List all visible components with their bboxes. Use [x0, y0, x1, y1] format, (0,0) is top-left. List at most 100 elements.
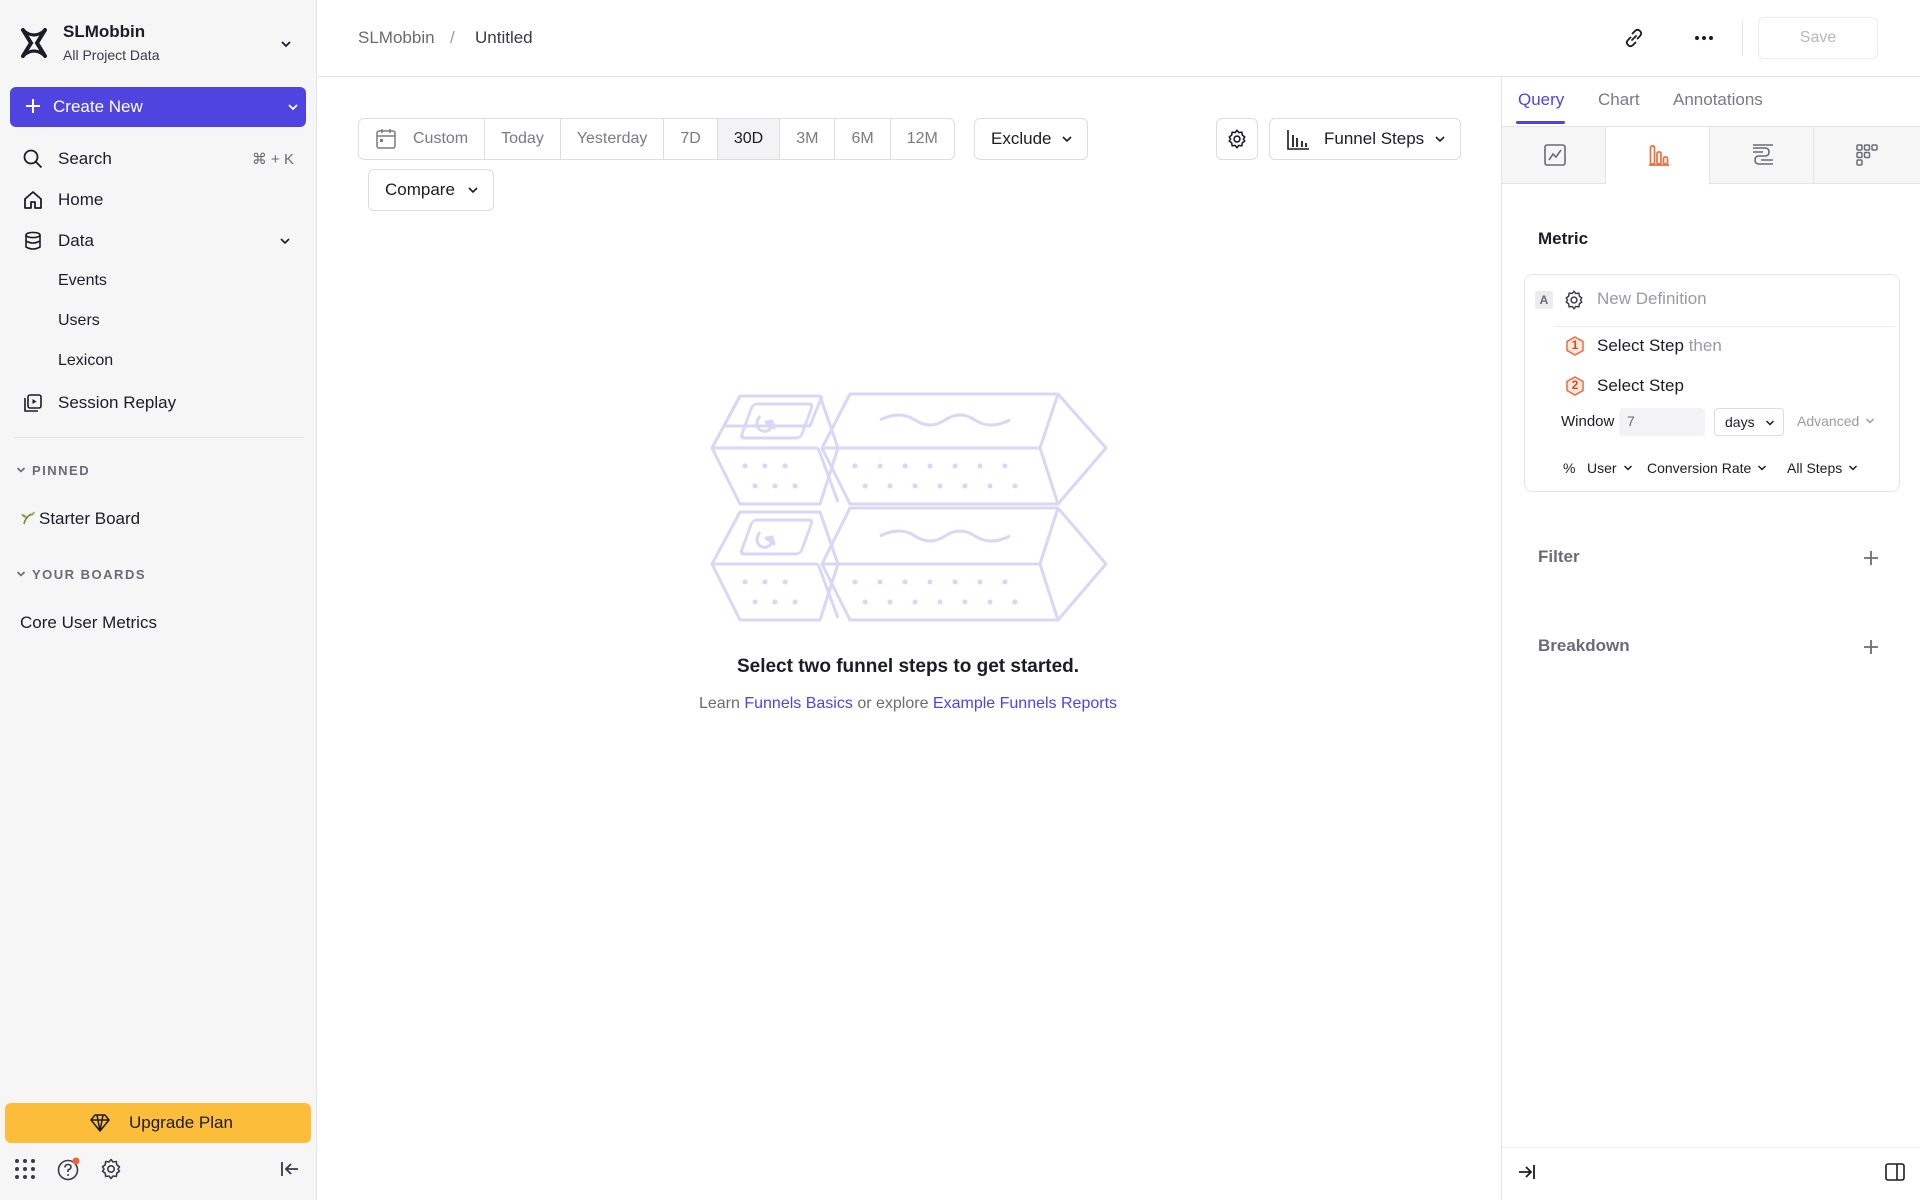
- add-filter-icon[interactable]: [1862, 549, 1880, 567]
- definition-settings-icon[interactable]: [1563, 289, 1585, 311]
- date-option-30d[interactable]: 30D: [717, 119, 781, 159]
- empty-state-subtitle: Learn Funnels Basics or explore Example …: [158, 695, 1658, 713]
- compare-dropdown[interactable]: Compare: [368, 169, 494, 211]
- chevron-down-icon: [1849, 465, 1858, 471]
- sidebar-item-lexicon[interactable]: Lexicon: [58, 352, 113, 370]
- steps-label: All Steps: [1787, 460, 1843, 476]
- learn-text: Learn: [698, 695, 740, 712]
- more-icon[interactable]: [1692, 26, 1716, 50]
- report-type-retention[interactable]: [1814, 127, 1918, 184]
- step-1-then: then: [1688, 336, 1722, 355]
- query-panel: Query Chart Annotations Metric A New Def…: [1501, 77, 1920, 1200]
- breadcrumb-project[interactable]: SLMobbin: [358, 28, 435, 48]
- window-label: Window: [1561, 413, 1615, 430]
- add-breakdown-icon[interactable]: [1862, 638, 1880, 656]
- funnels-basics-link[interactable]: Funnels Basics: [744, 695, 853, 712]
- tab-annotations[interactable]: Annotations: [1673, 90, 1763, 110]
- divider: [1502, 1147, 1920, 1148]
- chevron-down-icon: [1765, 420, 1775, 426]
- help-icon[interactable]: [56, 1157, 80, 1181]
- sidebar-item-session-replay[interactable]: Session Replay: [10, 384, 306, 420]
- report-type-switcher: [1502, 127, 1920, 185]
- report-type-flows[interactable]: [1710, 127, 1814, 184]
- funnel-illustration: [710, 392, 1108, 622]
- sidebar-item-search[interactable]: Search ⌘ + K: [10, 140, 306, 176]
- metric-letter-badge: A: [1535, 291, 1553, 309]
- play-icon: [24, 394, 42, 412]
- sidebar-item-home[interactable]: Home: [10, 181, 306, 217]
- example-funnels-link[interactable]: Example Funnels Reports: [933, 695, 1117, 712]
- chevron-down-icon: [1435, 136, 1445, 143]
- date-range-selector: Custom Today Yesterday 7D 30D 3M 6M 12M: [358, 118, 955, 160]
- apps-grid-icon[interactable]: [13, 1157, 37, 1181]
- step-1-badge: 1: [1565, 336, 1585, 356]
- chart-type-dropdown[interactable]: Funnel Steps: [1269, 118, 1461, 160]
- board-item-core-user-metrics[interactable]: Core User Metrics: [20, 613, 157, 633]
- date-option-yesterday[interactable]: Yesterday: [561, 119, 665, 159]
- user-label: User: [1587, 460, 1617, 476]
- steps-dropdown[interactable]: All Steps: [1787, 460, 1858, 476]
- step-1-selector[interactable]: Select Step then: [1597, 336, 1722, 356]
- save-button[interactable]: Save: [1758, 17, 1878, 59]
- exclude-dropdown[interactable]: Exclude: [974, 118, 1088, 160]
- step-2-selector[interactable]: Select Step: [1597, 376, 1684, 396]
- date-option-custom[interactable]: Custom: [359, 119, 486, 159]
- create-new-button[interactable]: Create New: [10, 87, 306, 127]
- measure-dropdown[interactable]: Conversion Rate: [1647, 460, 1767, 476]
- database-icon: [25, 231, 41, 250]
- empty-state: Select two funnel steps to get started. …: [158, 0, 1658, 712]
- date-option-6m[interactable]: 6M: [835, 119, 891, 159]
- your-boards-header[interactable]: YOUR BOARDS: [16, 567, 146, 582]
- date-option-today[interactable]: Today: [485, 119, 561, 159]
- upgrade-plan-label: Upgrade Plan: [129, 1113, 233, 1132]
- chevron-down-icon: [468, 187, 478, 194]
- project-subtitle: All Project Data: [63, 47, 160, 63]
- pinned-item-starter-board[interactable]: Starter Board: [20, 509, 140, 529]
- sidebar-item-data[interactable]: Data: [10, 222, 306, 258]
- chevron-down-icon: [1758, 465, 1767, 471]
- collapse-panel-icon[interactable]: [1516, 1161, 1538, 1183]
- new-definition-input[interactable]: New Definition: [1597, 289, 1707, 309]
- diamond-icon: [90, 1114, 110, 1132]
- settings-icon[interactable]: [99, 1157, 123, 1181]
- chart-settings-button[interactable]: [1216, 118, 1258, 160]
- user-dropdown[interactable]: User: [1587, 460, 1633, 476]
- exclude-label: Exclude: [991, 129, 1052, 148]
- data-label: Data: [58, 231, 94, 250]
- report-type-insights[interactable]: [1502, 127, 1606, 184]
- window-input[interactable]: 7: [1619, 408, 1705, 436]
- collapse-sidebar-icon[interactable]: [278, 1157, 302, 1181]
- percent-toggle[interactable]: %: [1563, 460, 1575, 476]
- date-option-7d[interactable]: 7D: [664, 119, 718, 159]
- sidebar-item-events[interactable]: Events: [58, 272, 107, 290]
- create-new-label: Create New: [53, 97, 143, 116]
- chevron-down-icon[interactable]: [286, 100, 300, 114]
- measure-label: Conversion Rate: [1647, 460, 1752, 476]
- step-2-badge: 2: [1565, 376, 1585, 396]
- upgrade-plan-button[interactable]: Upgrade Plan: [5, 1103, 311, 1143]
- project-switcher[interactable]: SLMobbin All Project Data: [0, 0, 317, 86]
- metric-card: A New Definition 1 Select Step then 2 Se…: [1524, 274, 1900, 492]
- compare-label: Compare: [385, 180, 455, 199]
- project-name: SLMobbin: [63, 22, 146, 41]
- breadcrumb-page-title[interactable]: Untitled: [475, 28, 533, 48]
- date-option-custom-label: Custom: [413, 130, 469, 147]
- report-type-funnels[interactable]: [1606, 127, 1710, 185]
- date-option-3m[interactable]: 3M: [780, 119, 836, 159]
- window-unit-dropdown[interactable]: days: [1714, 408, 1784, 436]
- breadcrumb-separator: /: [450, 28, 455, 47]
- window-unit-label: days: [1725, 414, 1755, 430]
- date-option-12m[interactable]: 12M: [891, 119, 954, 159]
- tab-query[interactable]: Query: [1518, 90, 1564, 110]
- sidebar-item-users[interactable]: Users: [58, 312, 100, 330]
- chevron-down-icon: [280, 238, 290, 245]
- pinned-header[interactable]: PINNED: [16, 463, 90, 478]
- link-icon[interactable]: [1622, 26, 1646, 50]
- divider: [14, 437, 304, 438]
- app-root: SLMobbin All Project Data Create New Sea…: [0, 0, 1920, 1200]
- tab-chart[interactable]: Chart: [1598, 90, 1640, 110]
- advanced-dropdown[interactable]: Advanced: [1797, 413, 1875, 429]
- divider: [1555, 326, 1895, 327]
- chevron-down-icon: [1062, 136, 1072, 143]
- panel-layout-icon[interactable]: [1884, 1161, 1906, 1183]
